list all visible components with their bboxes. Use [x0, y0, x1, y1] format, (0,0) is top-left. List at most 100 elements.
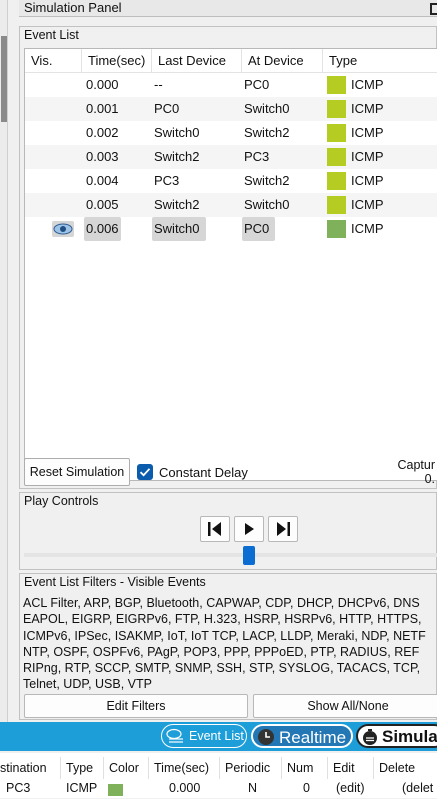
event-type: ICMP — [351, 101, 384, 116]
event-type: ICMP — [351, 77, 384, 92]
event-type-color — [327, 172, 346, 190]
pdu-col-type[interactable]: Type — [61, 757, 104, 779]
col-at-device[interactable]: At Device — [242, 49, 323, 73]
reset-simulation-button[interactable]: Reset Simulation — [24, 458, 130, 486]
event-last-device: Switch2 — [154, 197, 200, 212]
event-time: 0.005 — [86, 197, 119, 212]
pdu-num: 0 — [303, 781, 310, 795]
event-time: 0.003 — [86, 149, 119, 164]
event-row[interactable]: 0.000 -- PC0 ICMP — [25, 73, 437, 97]
eye-icon[interactable] — [52, 221, 74, 237]
event-row[interactable]: 0.005 Switch2 Switch0 ICMP — [25, 193, 437, 217]
filter-line: EAPOL, EIGRP, EIGRPv6, FTP, H.323, HSRP,… — [23, 612, 422, 627]
realtime-tab-label: Realtime — [279, 728, 347, 747]
step-back-button[interactable] — [200, 516, 230, 542]
col-vis[interactable]: Vis. — [25, 49, 82, 73]
constant-delay-label: Constant Delay — [159, 465, 248, 480]
pdu-type: ICMP — [66, 781, 98, 795]
pdu-color-swatch — [108, 784, 123, 796]
stopwatch-icon — [363, 729, 377, 745]
col-type[interactable]: Type — [323, 49, 437, 73]
undock-icon[interactable] — [430, 3, 437, 15]
pdu-edit-link[interactable]: (edit) — [336, 779, 364, 799]
step-back-icon — [208, 522, 221, 536]
event-last-device: -- — [154, 77, 163, 92]
event-list-tab-label: Event List — [189, 729, 244, 743]
filter-line: ACL Filter, ARP, BGP, Bluetooth, CAPWAP,… — [23, 596, 420, 610]
event-last-device: Switch2 — [154, 149, 200, 164]
play-button[interactable] — [234, 516, 264, 542]
pdu-col-color[interactable]: Color — [104, 757, 149, 779]
event-list-label: Event List — [24, 28, 79, 42]
event-list-group: Event List Vis. Time(sec) Last Device At… — [19, 26, 437, 489]
panel-title-bar: Simulation Panel — [19, 0, 437, 17]
constant-delay-checkbox[interactable] — [137, 464, 153, 480]
left-scrollbar[interactable] — [0, 0, 8, 722]
event-list-tab[interactable]: Event List — [161, 724, 247, 748]
capture-label: Captur — [397, 458, 435, 472]
play-controls-label: Play Controls — [24, 494, 99, 508]
pdu-col-periodic[interactable]: Periodic — [220, 757, 282, 779]
event-last-device: Switch0 — [154, 125, 200, 140]
mode-tab-bar: Event List Realtime Simula — [0, 722, 437, 751]
event-list-icon — [166, 728, 183, 743]
event-row[interactable]: 0.004 PC3 Switch2 ICMP — [25, 169, 437, 193]
panel-title: Simulation Panel — [24, 0, 122, 15]
play-icon — [245, 523, 254, 535]
filter-line: ICMPv6, IPSec, ISAKMP, IoT, IoT TCP, LAC… — [23, 628, 426, 643]
event-filters-group: Event List Filters - Visible Events ACL … — [19, 573, 437, 720]
event-type: ICMP — [351, 125, 384, 140]
simulation-tab-label: Simula — [382, 727, 437, 746]
filters-label: Event List Filters - Visible Events — [24, 575, 206, 589]
event-time: 0.001 — [86, 101, 119, 116]
event-last-device: Switch0 — [152, 217, 206, 241]
pdu-col-time[interactable]: Time(sec) — [149, 757, 220, 779]
scrollbar-thumb[interactable] — [1, 36, 7, 122]
pdu-periodic: N — [248, 781, 258, 795]
event-type: ICMP — [351, 173, 384, 188]
event-type-color — [327, 76, 346, 94]
event-row[interactable]: 0.001 PC0 Switch0 ICMP — [25, 97, 437, 121]
event-time: 0.002 — [86, 125, 119, 140]
event-type-color — [327, 148, 346, 166]
event-type-color — [327, 220, 346, 238]
event-at-device: PC3 — [244, 149, 270, 164]
event-at-device: Switch2 — [244, 173, 290, 188]
event-time: 0.006 — [84, 217, 121, 241]
edit-filters-button[interactable]: Edit Filters — [24, 694, 248, 718]
event-row[interactable]: 0.002 Switch0 Switch2 ICMP — [25, 121, 437, 145]
speed-slider-thumb[interactable] — [243, 546, 255, 565]
pdu-destination: PC3 — [6, 781, 31, 795]
pdu-col-edit[interactable]: Edit — [328, 757, 374, 779]
simulation-tab[interactable]: Simula — [356, 724, 437, 748]
event-time: 0.000 — [86, 77, 119, 92]
event-at-device: PC0 — [242, 217, 275, 241]
pdu-col-num[interactable]: Num — [282, 757, 328, 779]
event-row[interactable]: 0.006 Switch0 PC0 ICMP — [25, 217, 437, 241]
col-time[interactable]: Time(sec) — [82, 49, 152, 73]
step-forward-icon — [277, 522, 290, 536]
pdu-col-delete[interactable]: Delete — [374, 757, 437, 779]
filter-line: Telnet, UDP, USB, VTP — [23, 677, 152, 692]
show-all-none-button[interactable]: Show All/None — [253, 694, 437, 718]
event-type: ICMP — [351, 221, 384, 236]
pdu-list-table: stination Type Color Time(sec) Periodic … — [0, 753, 437, 798]
speed-slider-track[interactable] — [24, 553, 437, 557]
event-last-device: PC3 — [154, 173, 180, 188]
step-forward-button[interactable] — [268, 516, 298, 542]
event-at-device: Switch0 — [244, 197, 290, 212]
event-at-device: PC0 — [244, 77, 270, 92]
capture-readout: Captur 0. — [397, 458, 435, 486]
event-type-color — [327, 196, 346, 214]
filter-line: NTP, OSPF, OSPFv6, PAgP, POP3, PPP, PPPo… — [23, 644, 420, 659]
filter-list: ACL Filter, ARP, BGP, Bluetooth, CAPWAP,… — [23, 595, 437, 693]
capture-value: 0. — [424, 472, 435, 486]
realtime-tab[interactable]: Realtime — [251, 724, 353, 748]
event-row[interactable]: 0.003 Switch2 PC3 ICMP — [25, 145, 437, 169]
pdu-delete-link[interactable]: (delet — [402, 779, 433, 799]
event-time: 0.004 — [86, 173, 119, 188]
pdu-col-destination[interactable]: stination — [0, 757, 61, 779]
event-type-color — [327, 100, 346, 118]
col-last-device[interactable]: Last Device — [152, 49, 242, 73]
filter-line: RIPng, RTP, SCCP, SMTP, SNMP, SSH, STP, … — [23, 661, 421, 676]
